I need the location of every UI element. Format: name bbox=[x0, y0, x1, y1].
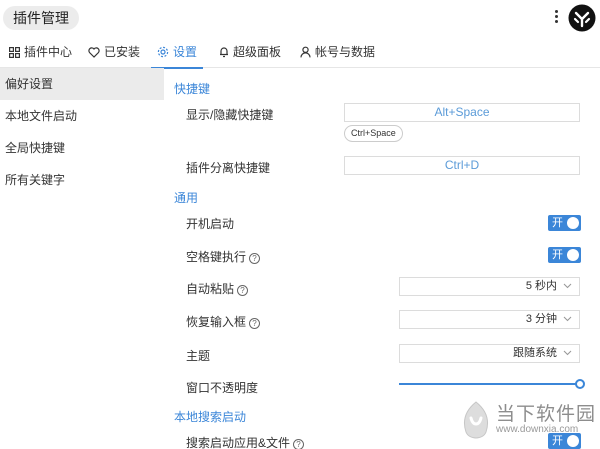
top-bar: 插件管理 bbox=[0, 0, 600, 36]
tab-label: 超级面板 bbox=[233, 45, 282, 59]
toggle-state: 开 bbox=[552, 249, 563, 261]
help-icon[interactable]: ? bbox=[293, 439, 305, 449]
tab-settings[interactable]: 设置 bbox=[150, 36, 204, 69]
bell-icon bbox=[220, 47, 228, 58]
restore-input-text: 恢复输入框 bbox=[186, 315, 247, 329]
tab-label: 插件中心 bbox=[24, 45, 73, 59]
space-exec-toggle[interactable]: 开 bbox=[548, 247, 581, 263]
tab-super-panel[interactable]: 超级面板 bbox=[219, 36, 281, 68]
chevron-down-icon bbox=[563, 283, 572, 289]
help-icon[interactable]: ? bbox=[237, 285, 249, 296]
auto-paste-text: 自动粘贴 bbox=[186, 282, 235, 296]
section-title-general: 通用 bbox=[174, 191, 199, 205]
watermark-url: www.downxia.com bbox=[496, 424, 579, 435]
toggle-state: 开 bbox=[552, 217, 563, 229]
slider-track bbox=[399, 383, 581, 385]
restore-input-label: 恢复输入框? bbox=[186, 313, 261, 330]
settings-panel: 快捷键 显示/隐藏快捷键 Alt+Space Ctrl+Space 插件分离快捷… bbox=[164, 68, 600, 449]
section-title-shortcuts: 快捷键 bbox=[174, 82, 211, 96]
opacity-slider[interactable] bbox=[399, 378, 585, 390]
detach-shortcut-label: 插件分离快捷键 bbox=[186, 161, 271, 175]
watermark-logo-icon bbox=[463, 401, 489, 439]
section-title-local-search: 本地搜索启动 bbox=[174, 410, 247, 424]
autostart-label: 开机启动 bbox=[186, 217, 235, 231]
space-exec-label: 空格键执行? bbox=[186, 248, 261, 265]
select-value: 5 秒内 bbox=[525, 280, 557, 292]
show-hide-shortcut-input[interactable]: Alt+Space bbox=[344, 103, 580, 122]
tab-bar: 插件中心 已安装 设置 超级面板 帐号与数据 bbox=[0, 36, 600, 69]
space-exec-text: 空格键执行 bbox=[186, 250, 247, 264]
grid-icon bbox=[9, 47, 20, 58]
select-value: 3 分钟 bbox=[525, 313, 557, 325]
heart-icon bbox=[88, 47, 100, 58]
theme-select[interactable]: 跟随系统 bbox=[399, 344, 580, 363]
sidebar-item-all-keywords[interactable]: 所有关键字 bbox=[0, 164, 164, 196]
restore-input-select[interactable]: 3 分钟 bbox=[399, 310, 580, 329]
auto-paste-select[interactable]: 5 秒内 bbox=[399, 277, 580, 296]
show-hide-shortcut-label: 显示/隐藏快捷键 bbox=[186, 108, 274, 122]
more-options-icon[interactable] bbox=[553, 8, 559, 28]
chevron-down-icon bbox=[563, 350, 572, 356]
help-icon[interactable]: ? bbox=[249, 253, 261, 264]
theme-label: 主题 bbox=[186, 349, 211, 363]
select-value: 跟随系统 bbox=[513, 347, 557, 359]
tab-label: 设置 bbox=[173, 45, 198, 59]
app-logo-icon bbox=[568, 4, 596, 32]
tab-label: 已安装 bbox=[104, 45, 141, 59]
user-icon bbox=[300, 46, 311, 58]
sidebar-item-preferences[interactable]: 偏好设置 bbox=[0, 68, 164, 100]
sidebar: 偏好设置 本地文件启动 全局快捷键 所有关键字 bbox=[0, 68, 164, 449]
search-apps-label: 搜索启动应用&文件? bbox=[186, 434, 305, 449]
sidebar-item-global-shortcuts[interactable]: 全局快捷键 bbox=[0, 132, 164, 164]
shortcut-chip[interactable]: Ctrl+Space bbox=[344, 125, 403, 142]
tab-account-data[interactable]: 帐号与数据 bbox=[300, 36, 375, 68]
search-apps-text: 搜索启动应用&文件 bbox=[186, 436, 291, 449]
slider-thumb[interactable] bbox=[575, 379, 585, 389]
watermark-text: 当下软件园 bbox=[496, 404, 597, 425]
tab-label: 帐号与数据 bbox=[315, 45, 376, 59]
tab-installed[interactable]: 已安装 bbox=[88, 36, 140, 68]
sidebar-item-local-file-launch[interactable]: 本地文件启动 bbox=[0, 100, 164, 132]
auto-paste-label: 自动粘贴? bbox=[186, 280, 249, 297]
autostart-toggle[interactable]: 开 bbox=[548, 215, 581, 231]
gear-icon bbox=[157, 46, 169, 58]
watermark: 当下软件园 www.downxia.com bbox=[460, 396, 600, 449]
tab-plugin-center[interactable]: 插件中心 bbox=[9, 36, 72, 68]
opacity-label: 窗口不透明度 bbox=[186, 381, 259, 395]
detach-shortcut-input[interactable]: Ctrl+D bbox=[344, 156, 580, 175]
app-title: 插件管理 bbox=[3, 6, 79, 30]
help-icon[interactable]: ? bbox=[249, 318, 261, 329]
chevron-down-icon bbox=[563, 316, 572, 322]
